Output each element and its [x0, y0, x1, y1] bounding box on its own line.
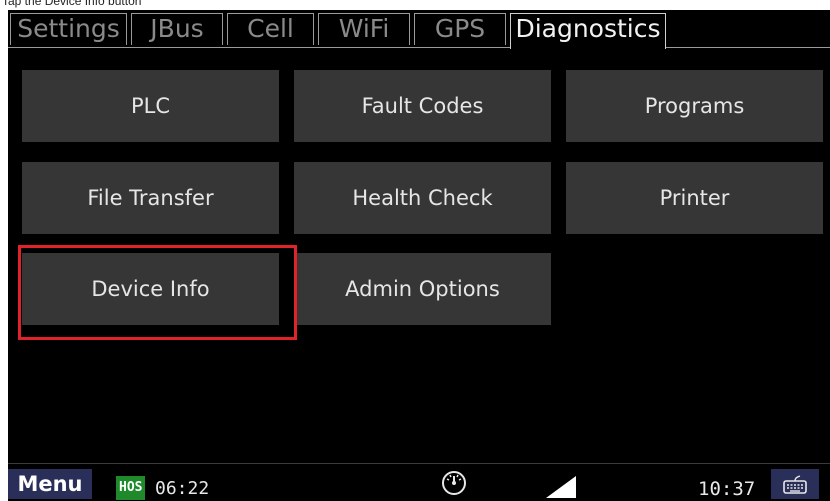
- speedometer-icon[interactable]: [441, 470, 467, 496]
- programs-button[interactable]: Programs: [566, 70, 823, 142]
- printer-button[interactable]: Printer: [566, 162, 823, 234]
- status-bar: Menu HOS 06:22 10:37: [8, 463, 830, 501]
- device-info-highlight-box: [18, 245, 297, 340]
- plc-button[interactable]: PLC: [22, 70, 279, 142]
- tab-gps[interactable]: GPS: [414, 13, 506, 45]
- signal-strength-icon: [546, 476, 576, 498]
- tab-cell[interactable]: Cell: [227, 13, 314, 45]
- keyboard-button[interactable]: [771, 469, 819, 499]
- tab-jbus[interactable]: JBus: [131, 13, 223, 45]
- file-transfer-button[interactable]: File Transfer: [22, 162, 279, 234]
- instruction-text: Tap the Device Info button: [2, 0, 142, 8]
- device-screen: Settings JBus Cell WiFi GPS Diagnostics …: [8, 10, 830, 501]
- tab-bar: Settings JBus Cell WiFi GPS Diagnostics: [8, 10, 830, 49]
- tab-settings[interactable]: Settings: [10, 13, 127, 45]
- tab-wifi[interactable]: WiFi: [318, 13, 410, 45]
- admin-options-button[interactable]: Admin Options: [294, 253, 551, 325]
- keyboard-icon: [783, 475, 807, 494]
- fault-codes-button[interactable]: Fault Codes: [294, 70, 551, 142]
- hos-badge[interactable]: HOS: [116, 476, 146, 500]
- health-check-button[interactable]: Health Check: [294, 162, 551, 234]
- clock: 10:37: [698, 478, 756, 500]
- menu-button[interactable]: Menu: [8, 469, 92, 499]
- tab-diagnostics[interactable]: Diagnostics: [510, 13, 666, 49]
- hos-time: 06:22: [155, 478, 210, 499]
